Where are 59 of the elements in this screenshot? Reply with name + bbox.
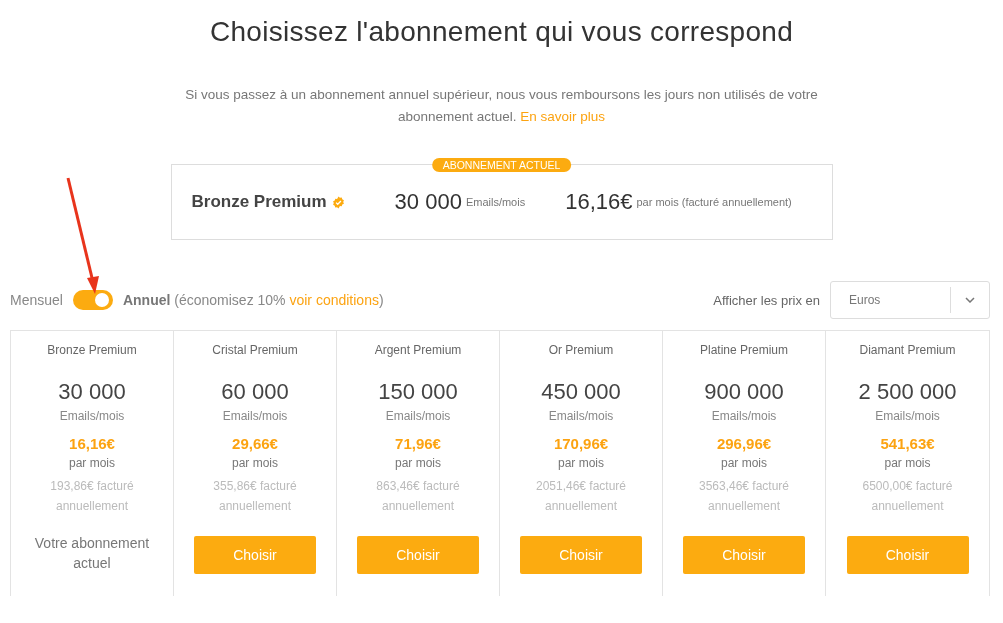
email-count: 30 000 xyxy=(58,379,126,405)
billing-toggle[interactable] xyxy=(72,290,113,310)
price-period: par mois xyxy=(721,456,767,470)
price-period: par mois xyxy=(395,456,441,470)
chevron-down-icon xyxy=(965,297,975,303)
email-count: 60 000 xyxy=(221,379,289,405)
plan-name: Platine Premium xyxy=(700,343,788,359)
email-unit: Emails/mois xyxy=(875,409,940,423)
currency-label: Afficher les prix en xyxy=(713,292,820,308)
plan-price: 29,66€ xyxy=(232,435,278,452)
annual-label: Annuel (économisez 10% voir conditions) xyxy=(122,292,384,308)
page-title: Choisissez l'abonnement qui vous correspond xyxy=(208,15,795,48)
annual-billing: 863,46€ facturé annuellement xyxy=(375,478,461,515)
current-email-unit: Emails/mois xyxy=(465,196,526,208)
verified-icon xyxy=(331,195,345,209)
plan-name: Argent Premium xyxy=(374,343,462,359)
email-count: 2 500 000 xyxy=(858,379,957,405)
email-unit: Emails/mois xyxy=(59,409,125,423)
email-unit: Emails/mois xyxy=(385,409,451,423)
choose-button[interactable]: Choisir xyxy=(520,536,642,574)
annual-billing: 3563,46€ facturé annuellement xyxy=(697,478,791,515)
price-period: par mois xyxy=(558,456,604,470)
email-count: 150 000 xyxy=(378,379,458,405)
current-plan-name: Bronze Premium xyxy=(191,192,327,212)
intro-text: Si vous passez à un abonnement annuel supérieur, nous vous remboursons les jours non utilisés de votre abonnement actuel. En savoir plus xyxy=(184,86,819,126)
current-plan-note: Votre abonnement actuel xyxy=(33,534,151,573)
annual-billing: 2051,46€ facturé annuellement xyxy=(534,478,628,515)
email-unit: Emails/mois xyxy=(548,409,614,423)
choose-button[interactable]: Choisir xyxy=(357,536,479,574)
plan-price: 170,96€ xyxy=(553,435,609,452)
annual-billing: 355,86€ facturé annuellement xyxy=(212,478,298,515)
price-period: par mois xyxy=(884,456,931,470)
choose-button[interactable]: Choisir xyxy=(846,536,969,574)
email-unit: Emails/mois xyxy=(222,409,288,423)
current-price-unit: par mois (facturé annuellement) xyxy=(636,196,792,208)
choose-button[interactable]: Choisir xyxy=(194,536,316,574)
learn-more-link[interactable]: En savoir plus xyxy=(520,109,606,124)
plan-name: Cristal Premium xyxy=(212,343,298,359)
plan-name: Diamant Premium xyxy=(859,343,956,359)
plan-price: 71,96€ xyxy=(395,435,441,452)
email-count: 450 000 xyxy=(541,379,621,405)
conditions-link[interactable]: voir conditions xyxy=(289,292,379,308)
current-price: 16,16€ xyxy=(565,189,633,215)
current-badge: ABONNEMENT ACTUEL xyxy=(431,158,572,172)
currency-dropdown[interactable]: Euros xyxy=(830,281,990,319)
plan-price: 541,63€ xyxy=(880,435,935,452)
email-unit: Emails/mois xyxy=(711,409,777,423)
annual-billing: 193,86€ facturé annuellement xyxy=(49,478,135,515)
monthly-label: Mensuel xyxy=(10,292,63,308)
email-count: 900 000 xyxy=(704,379,784,405)
plan-price: 296,96€ xyxy=(716,435,772,452)
choose-button[interactable]: Choisir xyxy=(683,536,805,574)
price-period: par mois xyxy=(69,456,115,470)
plan-name: Or Premium xyxy=(548,343,614,359)
plan-name: Bronze Premium xyxy=(47,343,137,359)
plan-price: 16,16€ xyxy=(69,435,115,452)
current-email-count: 30 000 xyxy=(394,189,462,215)
price-period: par mois xyxy=(232,456,278,470)
annual-billing: 6500,00€ facturé annuellement xyxy=(861,478,954,515)
